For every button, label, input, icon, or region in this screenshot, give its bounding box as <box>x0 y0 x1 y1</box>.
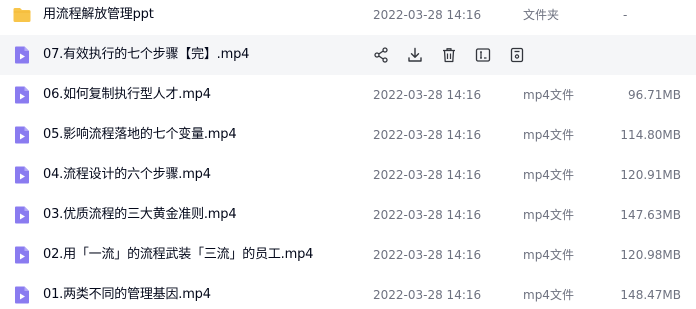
file-name[interactable]: 04.流程设计的六个步骤.mp4 <box>43 155 211 195</box>
file-row-hovered[interactable]: 07.有效执行的七个步骤【完】.mp4 <box>0 35 696 75</box>
file-type: mp4文件 <box>523 128 574 142</box>
file-type: mp4文件 <box>523 208 574 222</box>
file-size: 96.71MB <box>628 88 681 102</box>
file-type: mp4文件 <box>523 168 574 182</box>
file-row[interactable]: 03.优质流程的三大黄金准则.mp4 2022-03-28 14:16 mp4文… <box>0 195 696 235</box>
download-icon[interactable] <box>406 46 424 64</box>
rename-icon[interactable] <box>474 46 492 64</box>
file-list: 用流程解放管理ppt 2022-03-28 14:16 文件夹 - 07.有效执… <box>0 0 696 309</box>
more-icon[interactable] <box>508 46 526 64</box>
video-file-icon <box>12 285 32 305</box>
file-size: 114.80MB <box>620 128 681 142</box>
file-type: mp4文件 <box>523 288 574 302</box>
file-row-folder[interactable]: 用流程解放管理ppt 2022-03-28 14:16 文件夹 - <box>0 0 696 35</box>
file-name[interactable]: 03.优质流程的三大黄金准则.mp4 <box>43 195 237 235</box>
file-name[interactable]: 02.用「一流」的流程武装「三流」的员工.mp4 <box>43 235 313 275</box>
video-file-icon <box>12 125 32 145</box>
folder-icon <box>12 5 32 25</box>
video-file-icon <box>12 205 32 225</box>
file-name[interactable]: 06.如何复制执行型人才.mp4 <box>43 75 211 115</box>
file-size: 120.98MB <box>620 248 681 262</box>
video-file-icon <box>12 45 32 65</box>
file-size: 147.63MB <box>620 208 681 222</box>
file-size: 120.91MB <box>620 168 681 182</box>
modified-date: 2022-03-28 14:16 <box>373 208 482 222</box>
file-row[interactable]: 05.影响流程落地的七个变量.mp4 2022-03-28 14:16 mp4文… <box>0 115 696 155</box>
file-type: mp4文件 <box>523 88 574 102</box>
file-size: 148.47MB <box>620 288 681 302</box>
file-row[interactable]: 04.流程设计的六个步骤.mp4 2022-03-28 14:16 mp4文件 … <box>0 155 696 195</box>
video-file-icon <box>12 165 32 185</box>
file-name[interactable]: 05.影响流程落地的七个变量.mp4 <box>43 115 237 155</box>
video-file-icon <box>12 85 32 105</box>
modified-date: 2022-03-28 14:16 <box>373 8 482 22</box>
file-type: 文件夹 <box>523 8 560 22</box>
modified-date: 2022-03-28 14:16 <box>373 288 482 302</box>
modified-date: 2022-03-28 14:16 <box>373 88 482 102</box>
file-type: mp4文件 <box>523 248 574 262</box>
delete-icon[interactable] <box>440 46 458 64</box>
file-row[interactable]: 06.如何复制执行型人才.mp4 2022-03-28 14:16 mp4文件 … <box>0 75 696 115</box>
row-actions <box>370 46 530 64</box>
modified-date: 2022-03-28 14:16 <box>373 248 482 262</box>
file-name[interactable]: 用流程解放管理ppt <box>43 0 154 35</box>
video-file-icon <box>12 245 32 265</box>
file-name[interactable]: 01.两类不同的管理基因.mp4 <box>43 275 211 309</box>
file-row[interactable]: 01.两类不同的管理基因.mp4 2022-03-28 14:16 mp4文件 … <box>0 275 696 309</box>
share-icon[interactable] <box>372 46 390 64</box>
file-row[interactable]: 02.用「一流」的流程武装「三流」的员工.mp4 2022-03-28 14:1… <box>0 235 696 275</box>
file-size: - <box>623 8 628 22</box>
modified-date: 2022-03-28 14:16 <box>373 128 482 142</box>
modified-date: 2022-03-28 14:16 <box>373 168 482 182</box>
file-name[interactable]: 07.有效执行的七个步骤【完】.mp4 <box>43 35 249 75</box>
